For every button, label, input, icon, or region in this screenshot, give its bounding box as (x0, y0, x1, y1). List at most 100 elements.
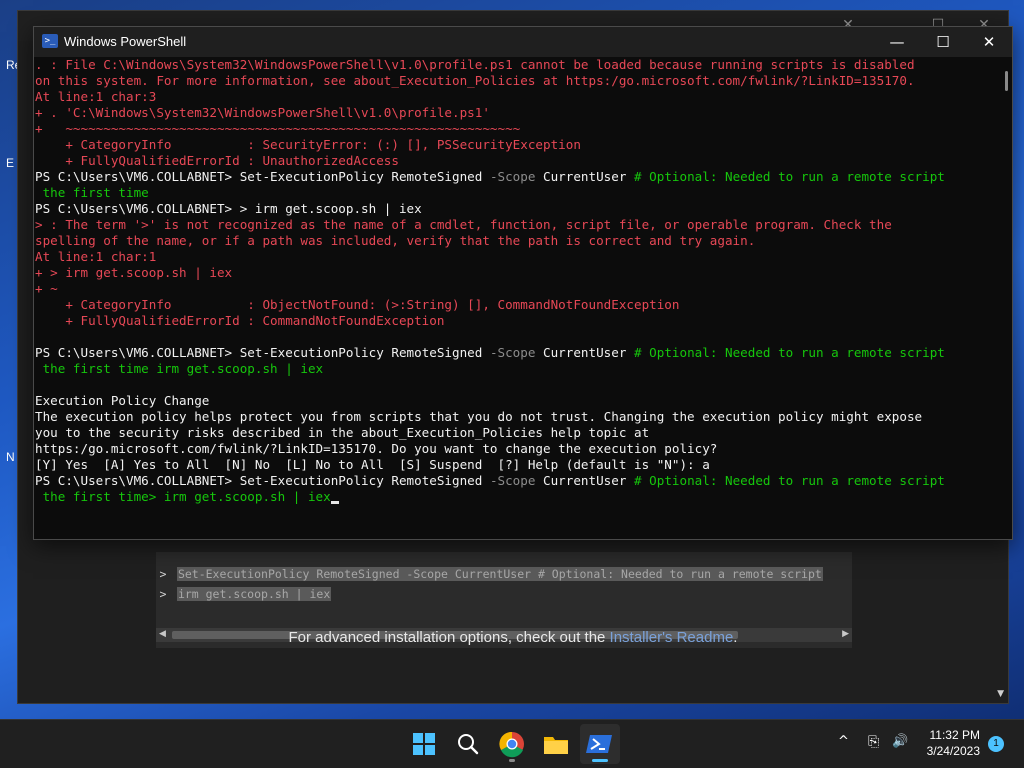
desktop-icon-label[interactable]: N (6, 450, 15, 464)
console-text: you to the security risks described in t… (35, 425, 650, 440)
console-text: # Optional: Needed to run a remote scrip… (634, 169, 945, 184)
console-text: CurrentUser (543, 473, 635, 488)
console-text: the first time (35, 185, 149, 200)
console-line: PS C:\Users\VM6.COLLABNET> Set-Execution… (35, 169, 945, 185)
notification-badge[interactable]: 1 (988, 736, 1004, 752)
console-text: Set-ExecutionPolicy RemoteSigned (239, 473, 490, 488)
console-text: on this system. For more information, se… (35, 73, 915, 88)
console-line: on this system. For more information, se… (35, 73, 915, 89)
advanced-end: . (733, 629, 738, 646)
console-line: you to the security risks described in t… (35, 425, 649, 441)
time: 11:32 PM (929, 728, 980, 742)
network-icon[interactable]: ⎘ (868, 734, 879, 750)
console-text: . : File C:\Windows\System32\WindowsPowe… (35, 57, 915, 72)
powershell-taskbar-button[interactable] (580, 724, 620, 764)
console-line: At line:1 char:1 (35, 249, 156, 265)
advanced-text: For advanced installation options, check… (288, 629, 610, 646)
powershell-titlebar[interactable]: >_ Windows PowerShell — ☐ ✕ (34, 27, 1012, 57)
search-button[interactable] (448, 724, 488, 764)
console-text: PS C:\Users\VM6.COLLABNET> > irm get.sco… (35, 201, 422, 216)
console-text: The execution policy helps protect you f… (35, 409, 923, 424)
taskbar: ^ ⎘ 🔊 11:32 PM 3/24/2023 1 (0, 719, 1024, 768)
console-line: PS C:\Users\VM6.COLLABNET> > irm get.sco… (35, 201, 422, 217)
start-button[interactable] (404, 724, 444, 764)
powershell-icon: >_ (42, 34, 58, 48)
console-text: At line:1 char:1 (35, 249, 157, 264)
running-indicator (509, 759, 515, 762)
code-text[interactable]: Set-ExecutionPolicy RemoteSigned -Scope … (176, 567, 823, 581)
console-line: + ~ (35, 281, 58, 297)
active-indicator (592, 759, 608, 762)
show-hidden-icons-chevron-icon[interactable]: ^ (838, 734, 849, 749)
file-explorer-icon (544, 737, 568, 754)
console-text: the first time irm get.scoop.sh | iex (35, 361, 324, 376)
console-text: + CategoryInfo : ObjectNotFound: (>:Stri… (35, 297, 680, 312)
powershell-taskbar-icon (586, 735, 612, 753)
console-text: + ~~~~~~~~~~~~~~~~~~~~~~~~~~~~~~~~~~~~~~… (35, 121, 521, 136)
powershell-window[interactable]: >_ Windows PowerShell — ☐ ✕ . : File C:\… (33, 26, 1013, 540)
console-line: + . 'C:\Windows\System32\WindowsPowerShe… (35, 105, 490, 121)
date: 3/24/2023 (926, 744, 980, 758)
close-button[interactable]: ✕ (966, 27, 1012, 57)
console-text: spelling of the name, or if a path was i… (35, 233, 756, 248)
scroll-down-icon[interactable]: ▼ (997, 689, 1004, 699)
console-text: + > irm get.scoop.sh | iex (35, 265, 233, 280)
maximize-button[interactable]: ☐ (920, 27, 966, 57)
console-line: The execution policy helps protect you f… (35, 409, 922, 425)
console-line: At line:1 char:3 (35, 89, 156, 105)
console-line: the first time irm get.scoop.sh | iex (35, 361, 324, 377)
console-line: [Y] Yes [A] Yes to All [N] No [L] No to … (35, 457, 710, 473)
desktop-icon-label[interactable]: E (6, 156, 14, 170)
search-icon (458, 734, 479, 755)
console-text: Execution Policy Change (35, 393, 210, 408)
console-line: + > irm get.scoop.sh | iex (35, 265, 232, 281)
chrome-icon (499, 731, 524, 758)
file-explorer-taskbar-button[interactable] (536, 724, 576, 764)
console-text: + . 'C:\Windows\System32\WindowsPowerShe… (35, 105, 490, 120)
installer-readme-link[interactable]: Installer's Readme (610, 629, 734, 646)
advanced-options-text: For advanced installation options, check… (18, 629, 1008, 646)
code-text[interactable]: irm get.scoop.sh | iex (176, 587, 332, 601)
console-text: At line:1 char:3 (35, 89, 157, 104)
console-line: . : File C:\Windows\System32\WindowsPowe… (35, 57, 915, 73)
console-text: + FullyQualifiedErrorId : CommandNotFoun… (35, 313, 445, 328)
console-scrollbar[interactable] (1005, 71, 1008, 91)
chrome-taskbar-button[interactable] (492, 724, 532, 764)
code-prompt: > (159, 587, 167, 601)
console-text: PS C:\Users\VM6.COLLABNET> (35, 345, 240, 360)
console-line: + FullyQualifiedErrorId : UnauthorizedAc… (35, 153, 399, 169)
console-text: -Scope (489, 345, 544, 360)
clock[interactable]: 11:32 PM 3/24/2023 (927, 727, 980, 759)
console-line: Execution Policy Change (35, 393, 209, 409)
window-title: Windows PowerShell (64, 34, 187, 49)
console-text: # Optional: Needed to run a remote scrip… (634, 345, 945, 360)
console-text: Set-ExecutionPolicy RemoteSigned (239, 169, 490, 184)
console-text: > : The term '>' is not recognized as th… (35, 217, 892, 232)
console-text: the first time> irm get.scoop.sh | iex (35, 489, 331, 504)
console-text: # Optional: Needed to run a remote scrip… (634, 473, 945, 488)
console-line: + ~~~~~~~~~~~~~~~~~~~~~~~~~~~~~~~~~~~~~~… (35, 121, 520, 137)
console-line: + CategoryInfo : SecurityError: (:) [], … (35, 137, 581, 153)
console-line: + FullyQualifiedErrorId : CommandNotFoun… (35, 313, 444, 329)
volume-icon[interactable]: 🔊 (892, 734, 908, 749)
console-text: -Scope (489, 473, 544, 488)
console-line: spelling of the name, or if a path was i… (35, 233, 755, 249)
console-line: https:/go.microsoft.com/fwlink/?LinkID=1… (35, 441, 717, 457)
console-line: + CategoryInfo : ObjectNotFound: (>:Stri… (35, 297, 679, 313)
console-output[interactable]: . : File C:\Windows\System32\WindowsPowe… (34, 57, 1002, 537)
console-text: + CategoryInfo : SecurityError: (:) [], … (35, 137, 581, 152)
code-line: > irm get.scoop.sh | iex (156, 584, 332, 604)
console-text: -Scope (489, 169, 544, 184)
console-text: PS C:\Users\VM6.COLLABNET> (35, 473, 240, 488)
console-text: + FullyQualifiedErrorId : UnauthorizedAc… (35, 153, 399, 168)
console-text: Set-ExecutionPolicy RemoteSigned (239, 345, 490, 360)
minimize-button[interactable]: — (874, 27, 920, 57)
code-line: > Set-ExecutionPolicy RemoteSigned -Scop… (156, 564, 823, 584)
console-text: [Y] Yes [A] Yes to All [N] No [L] No to … (35, 457, 710, 472)
windows-logo-icon (413, 733, 435, 755)
console-text: https:/go.microsoft.com/fwlink/?LinkID=1… (35, 441, 718, 456)
console-line: the first time (35, 185, 149, 201)
code-prompt: > (159, 567, 167, 581)
console-text: + ~ (35, 281, 58, 296)
text-cursor (330, 501, 339, 504)
